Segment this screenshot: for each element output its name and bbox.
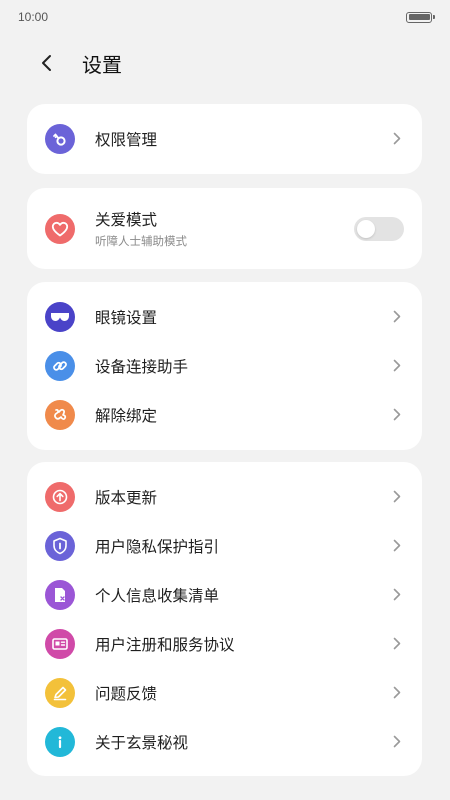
battery-icon	[406, 11, 435, 23]
permissions-card: 权限管理	[27, 104, 422, 174]
care-mode-sublabel: 听障人士辅助模式	[95, 234, 187, 248]
unbind-item[interactable]: 解除绑定	[27, 390, 422, 439]
permissions-label: 权限管理	[95, 130, 158, 149]
about-app-item[interactable]: 关于玄景秘视	[27, 717, 422, 766]
glasses-icon	[45, 301, 75, 332]
heart-icon	[45, 213, 75, 244]
key-icon	[45, 123, 75, 154]
about-app-label: 关于玄景秘视	[95, 733, 189, 752]
feedback-label: 问题反馈	[95, 684, 158, 703]
care-mode-label: 关爱模式	[95, 211, 158, 229]
about-card: 版本更新 用户隐私保护指引 个人信息收集清单 用户注册和服务协议 问题反馈 关于…	[27, 462, 422, 776]
connection-assistant-label: 设备连接助手	[95, 357, 189, 376]
version-update-label: 版本更新	[95, 488, 158, 507]
chevron-right-icon	[390, 310, 404, 324]
glasses-settings-item[interactable]: 眼镜设置	[27, 292, 422, 341]
personal-info-list-item[interactable]: 个人信息收集清单	[27, 570, 422, 619]
back-button[interactable]	[32, 48, 62, 78]
chevron-right-icon	[390, 735, 404, 749]
chevron-right-icon	[390, 588, 404, 602]
chevron-right-icon	[390, 539, 404, 553]
info-icon	[45, 726, 75, 757]
upload-icon	[45, 481, 75, 512]
id-card-icon	[45, 628, 75, 659]
shield-icon	[45, 530, 75, 561]
version-update-item[interactable]: 版本更新	[27, 472, 422, 521]
toggle-knob	[357, 219, 375, 238]
chevron-right-icon	[390, 132, 404, 146]
chevron-right-icon	[390, 686, 404, 700]
header: 设置	[0, 40, 450, 86]
chevron-right-icon	[390, 637, 404, 651]
glasses-settings-label: 眼镜设置	[95, 308, 158, 327]
privacy-guide-label: 用户隐私保护指引	[95, 537, 220, 556]
pencil-icon	[45, 677, 75, 708]
back-arrow-icon	[42, 55, 51, 71]
chevron-right-icon	[390, 408, 404, 422]
page-title: 设置	[82, 52, 122, 77]
connection-assistant-item[interactable]: 设备连接助手	[27, 341, 422, 390]
care-mode-card: 关爱模式 听障人士辅助模式	[27, 188, 422, 269]
service-agreement-label: 用户注册和服务协议	[95, 635, 235, 654]
personal-info-list-label: 个人信息收集清单	[95, 586, 220, 605]
privacy-guide-item[interactable]: 用户隐私保护指引	[27, 521, 422, 570]
chevron-right-icon	[390, 490, 404, 504]
document-icon	[45, 579, 75, 610]
feedback-item[interactable]: 问题反馈	[27, 668, 422, 717]
status-time: 10:00	[18, 10, 49, 24]
permissions-item[interactable]: 权限管理	[27, 114, 422, 163]
status-bar: 10:00	[0, 0, 450, 34]
unbind-label: 解除绑定	[95, 406, 158, 425]
unbind-icon	[45, 399, 75, 430]
care-mode-item: 关爱模式 听障人士辅助模式	[27, 188, 422, 269]
link-icon	[45, 350, 75, 381]
service-agreement-item[interactable]: 用户注册和服务协议	[27, 619, 422, 668]
device-card: 眼镜设置 设备连接助手 解除绑定	[27, 282, 422, 450]
care-mode-toggle[interactable]	[354, 216, 404, 241]
chevron-right-icon	[390, 359, 404, 373]
